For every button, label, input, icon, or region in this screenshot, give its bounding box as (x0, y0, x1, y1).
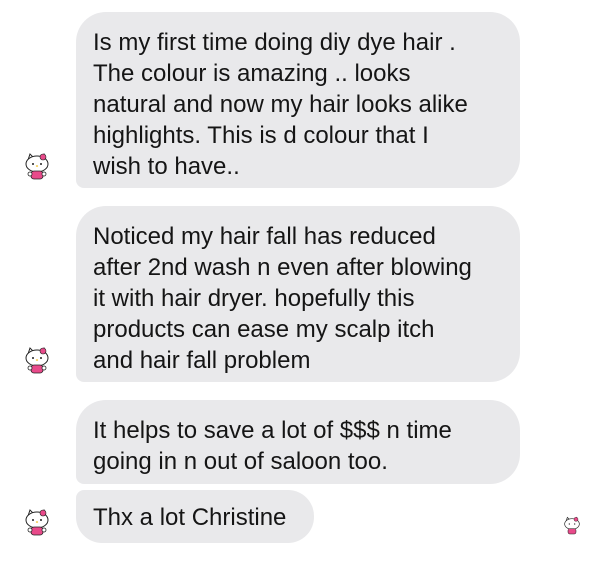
hello-kitty-seen-icon (562, 516, 582, 536)
hello-kitty-avatar-icon[interactable] (22, 346, 52, 376)
hello-kitty-avatar-icon[interactable] (22, 152, 52, 182)
message-bubble[interactable]: Thx a lot Christine (76, 490, 314, 543)
hello-kitty-avatar-icon[interactable] (22, 508, 52, 538)
message-bubble[interactable]: It helps to save a lot of $$$ n time goi… (76, 400, 520, 484)
message-bubble[interactable]: Is my first time doing diy dye hair . Th… (76, 12, 520, 188)
message-bubble[interactable]: Noticed my hair fall has reduced after 2… (76, 206, 520, 382)
